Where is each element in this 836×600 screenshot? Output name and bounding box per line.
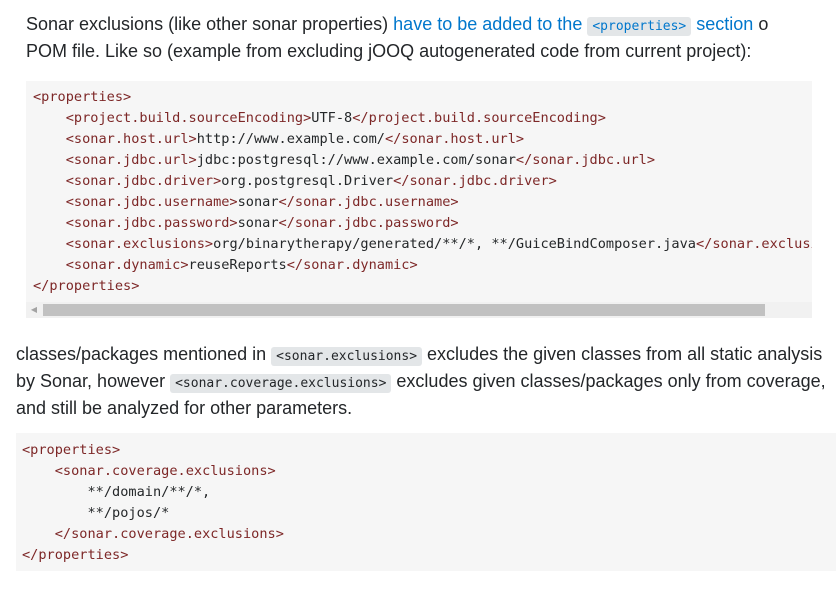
code-line: <sonar.jdbc.username>sonar</sonar.jdbc.u…	[65, 194, 459, 210]
code-line: </properties>	[33, 278, 140, 294]
code-line: <properties>	[22, 442, 121, 458]
link-code: <properties>	[587, 17, 692, 36]
code-line: <properties>	[33, 89, 132, 105]
code-block-content: <properties> <project.build.sourceEncodi…	[33, 87, 812, 297]
code-line: **/pojos/*	[22, 505, 170, 521]
code-line: <project.build.sourceEncoding>UTF-8</pro…	[65, 110, 606, 126]
link-text: have to be added to the	[393, 14, 588, 34]
inline-code-sonar-exclusions: <sonar.exclusions>	[271, 347, 423, 366]
intro-text: Sonar exclusions (like other sonar prope…	[26, 14, 394, 34]
code-line: <sonar.host.url>http://www.example.com/<…	[65, 131, 525, 147]
intro-after-link: o	[753, 14, 769, 34]
properties-section-link[interactable]: have to be added to the <properties> sec…	[393, 14, 754, 36]
code-line: <sonar.dynamic>reuseReports</sonar.dynam…	[65, 257, 418, 273]
paragraph-intro: Sonar exclusions (like other sonar prope…	[26, 12, 826, 63]
code-line: <sonar.jdbc.password>sonar</sonar.jdbc.p…	[65, 215, 459, 231]
code-line: <sonar.jdbc.url>jdbc:postgresql://www.ex…	[65, 152, 656, 168]
explanation-text-1: classes/packages mentioned in	[16, 344, 272, 364]
link-tail: section	[691, 14, 754, 34]
paragraph-exclusions-explanation: classes/packages mentioned in <sonar.exc…	[16, 342, 831, 420]
code-line: **/domain/**/*,	[22, 484, 211, 500]
scrollbar-thumb[interactable]	[43, 304, 765, 316]
horizontal-scrollbar[interactable]: ◀	[26, 302, 812, 318]
inline-code-sonar-coverage-exclusions: <sonar.coverage.exclusions>	[170, 374, 392, 393]
code-block-content: <properties> <sonar.coverage.exclusions>…	[22, 440, 284, 566]
code-line: </properties>	[22, 547, 129, 563]
triangle-left-icon[interactable]: ◀	[29, 304, 39, 316]
code-line: <sonar.exclusions>org/binarytherapy/gene…	[65, 236, 812, 252]
code-line: <sonar.jdbc.driver>org.postgresql.Driver…	[65, 173, 557, 189]
code-line: <sonar.coverage.exclusions>	[54, 463, 276, 479]
code-line: </sonar.coverage.exclusions>	[54, 526, 284, 542]
code-block-coverage-exclusions[interactable]: <properties> <sonar.coverage.exclusions>…	[16, 433, 836, 571]
intro-line2: POM file. Like so (example from excludin…	[26, 41, 752, 61]
code-block-pom-properties[interactable]: <properties> <project.build.sourceEncodi…	[26, 81, 812, 318]
